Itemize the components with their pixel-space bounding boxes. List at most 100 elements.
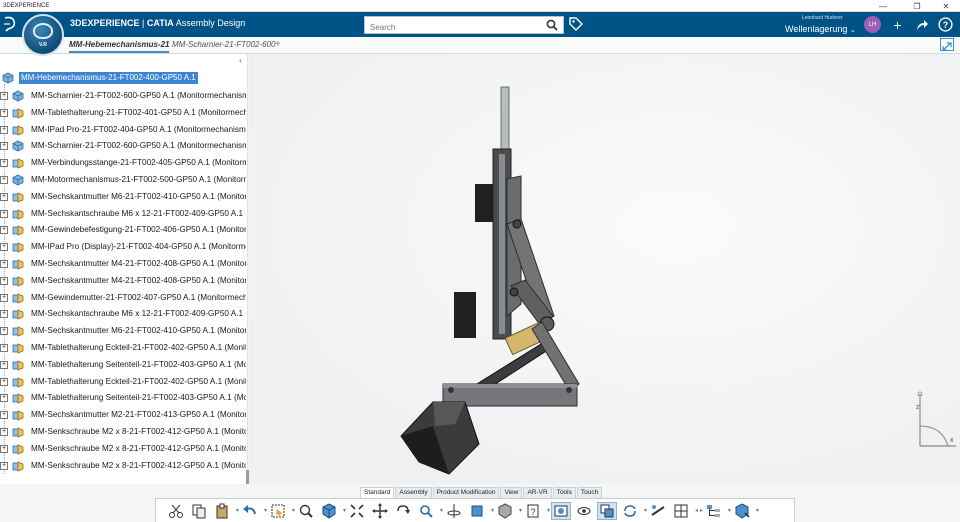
pan-icon[interactable] (370, 502, 390, 520)
expand-node-icon[interactable]: + (0, 377, 8, 386)
expand-node-icon[interactable]: + (0, 276, 8, 285)
add-tab-icon[interactable]: + (275, 39, 281, 50)
tree-root-item[interactable]: MM-Hebemechanismus-21-FT002-400-GP50 A.1 (0, 72, 247, 84)
rotate-icon[interactable] (393, 502, 413, 520)
undo-icon[interactable] (240, 502, 260, 520)
restore-icon[interactable]: ❐ (906, 0, 928, 12)
tag-icon[interactable] (569, 17, 583, 31)
fit-all-icon[interactable] (347, 502, 367, 520)
expand-node-icon[interactable]: + (0, 327, 8, 336)
tree-item[interactable]: + MM-Tablethalterung Eckteil-21-FT002-402… (0, 341, 247, 358)
tree-item[interactable]: + MM-Sechskantschraube M6 x 12-21-FT002-4… (0, 307, 247, 324)
paste-icon[interactable] (212, 502, 232, 520)
close-icon[interactable]: ✕ (935, 0, 957, 12)
tree-item[interactable]: + MM-Gewindebefestigung-21-FT002-406-GP50… (0, 223, 247, 240)
action-tab-assembly[interactable]: Assembly (395, 487, 432, 498)
expand-node-icon[interactable]: + (0, 226, 8, 235)
view-cube-icon[interactable] (319, 502, 339, 520)
ds-logo-icon[interactable] (2, 15, 18, 33)
expand-node-icon[interactable]: + (0, 209, 8, 218)
compass-icon[interactable]: V.R (22, 14, 64, 56)
expand-node-icon[interactable]: + (0, 427, 8, 436)
expand-node-icon[interactable]: + (0, 461, 8, 470)
expand-node-icon[interactable]: + (0, 394, 8, 403)
tree-item[interactable]: + MM-Sechskantmutter M6-21-FT002-410-GP50… (0, 324, 247, 341)
tree-item[interactable]: + MM-Scharnier-21-FT002-600-GP50 A.1 (Mon… (0, 89, 247, 106)
avatar[interactable]: LH (864, 16, 881, 33)
tab-hebemechanismus[interactable]: MM-Hebemechanismus-21 (69, 40, 170, 53)
front-view-icon[interactable] (467, 502, 487, 520)
tree-item[interactable]: + MM-Sechskantmutter M6-21-FT002-410-GP50… (0, 190, 247, 207)
expand-node-icon[interactable]: + (0, 411, 8, 420)
expand-node-icon[interactable]: + (0, 293, 8, 302)
tab-scharnier[interactable]: MM-Scharnier-21-FT002-600 (172, 40, 275, 49)
expand-node-icon[interactable]: + (0, 159, 8, 168)
share-icon[interactable] (914, 17, 929, 32)
expand-node-icon[interactable]: + (0, 259, 8, 268)
insert-product-icon[interactable] (732, 502, 752, 520)
tree-item[interactable]: + MM-Senkschraube M2 x 8-21-FT002-412-GP5… (0, 425, 247, 442)
render-style-icon[interactable] (495, 502, 515, 520)
tree-item[interactable]: + MM-Senkschraube M2 x 8-21-FT002-412-GP5… (0, 442, 247, 459)
tree-item[interactable]: + MM-Sechskantmutter M2-21-FT002-413-GP50… (0, 408, 247, 425)
expand-node-icon[interactable]: + (0, 125, 8, 134)
tree-structure-icon[interactable] (704, 502, 724, 520)
layout-grid-icon[interactable] (671, 502, 691, 520)
tree-item[interactable]: + MM-Sechskantmutter M4-21-FT002-408-GP50… (0, 274, 247, 291)
zoom-icon[interactable] (296, 502, 316, 520)
assembly-model[interactable] (249, 54, 960, 484)
tree-item[interactable]: + MM-Senkschraube M2 x 8-21-FT002-412-GP5… (0, 459, 247, 476)
tree-item[interactable]: + MM-Gewindemutter-21-FT002-407-GP50 A.1 … (0, 291, 247, 308)
swap-visible-space-icon[interactable] (597, 501, 617, 520)
3d-viewport[interactable] (249, 54, 960, 484)
maximize-view-icon[interactable] (940, 38, 954, 51)
action-tab-ar-vr[interactable]: AR-VR (523, 487, 552, 498)
search-icon[interactable] (546, 19, 558, 31)
cut-icon[interactable] (166, 502, 186, 520)
expand-node-icon[interactable]: + (0, 310, 8, 319)
tree-item[interactable]: + MM-IPad Pro (Display)-21-FT002-404-GP50… (0, 240, 247, 257)
tree-item[interactable]: + MM-Sechskantmutter M4-21-FT002-408-GP50… (0, 257, 247, 274)
expand-node-icon[interactable]: + (0, 175, 8, 184)
tree-item[interactable]: + MM-Verbindungsstange-21-FT002-405-GP50 … (0, 156, 247, 173)
tree-item[interactable]: + MM-Sechskantschraube M6 x 12-21-FT002-4… (0, 207, 247, 224)
show-hide-icon[interactable] (574, 502, 594, 520)
add-icon[interactable]: + (890, 17, 905, 32)
normal-view-icon[interactable] (444, 502, 464, 520)
select-icon[interactable] (268, 502, 288, 520)
help-icon[interactable]: ? (938, 17, 953, 32)
screenshot-icon[interactable] (551, 501, 571, 520)
minimize-icon[interactable]: — (872, 0, 894, 12)
lighting-icon[interactable]: ? (523, 502, 543, 520)
tree-item[interactable]: + MM-Tablethalterung Seitenteil-21-FT002-… (0, 358, 247, 375)
user-context-dropdown[interactable]: Wellenlagerung ⌄ (785, 24, 856, 34)
action-tab-touch[interactable]: Touch (576, 487, 603, 498)
tree-item[interactable]: + MM-IPad Pro-21-FT002-404-GP50 A.1 (Moni… (0, 123, 247, 140)
tree-item[interactable]: + MM-Tablethalterung Seitenteil-21-FT002-… (0, 391, 247, 408)
axis-triad-icon[interactable]: z x (910, 386, 960, 456)
search-input[interactable] (365, 19, 535, 36)
expand-node-icon[interactable]: + (0, 108, 8, 117)
measure-icon[interactable] (648, 502, 668, 520)
zoom-area-icon[interactable] (416, 502, 436, 520)
expand-node-icon[interactable]: + (0, 360, 8, 369)
action-tab-view[interactable]: View (500, 487, 523, 498)
sub-product-icon (12, 174, 24, 186)
refresh-icon[interactable] (620, 502, 640, 520)
tree-item-label: MM-Sechskantschraube M6 x 12-21-FT002-40… (31, 309, 246, 319)
expand-node-icon[interactable]: + (0, 243, 8, 252)
tree-item[interactable]: + MM-Tablethalterung-21-FT002-401-GP50 A.… (0, 106, 247, 123)
tree-item[interactable]: + MM-Scharnier-21-FT002-600-GP50 A.1 (Mon… (0, 139, 247, 156)
tree-item[interactable]: + MM-Tablethalterung Eckteil-21-FT002-402… (0, 375, 247, 392)
expand-node-icon[interactable]: + (0, 142, 8, 151)
action-tab-standard[interactable]: Standard (360, 487, 395, 498)
expand-node-icon[interactable]: + (0, 444, 8, 453)
expand-node-icon[interactable]: + (0, 92, 8, 100)
expand-node-icon[interactable]: + (0, 343, 8, 352)
copy-icon[interactable] (189, 502, 209, 520)
action-tab-product-modification[interactable]: Product Modification (432, 487, 500, 498)
action-tab-tools[interactable]: Tools (552, 487, 576, 498)
expand-node-icon[interactable]: + (0, 192, 8, 201)
collapse-panel-icon[interactable]: ‹ (235, 56, 246, 65)
tree-item[interactable]: + MM-Motormechanismus-21-FT002-500-GP50 A… (0, 173, 247, 190)
